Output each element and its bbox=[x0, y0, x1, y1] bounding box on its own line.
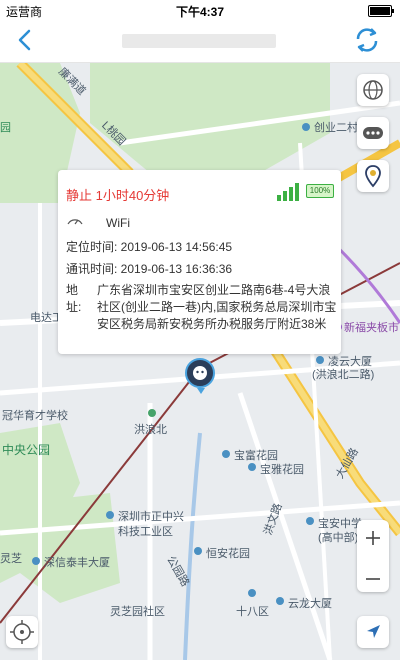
poi-dot bbox=[306, 517, 314, 525]
poi-dot bbox=[222, 450, 230, 458]
location-time: 定位时间: 2019-06-13 14:56:45 bbox=[66, 240, 233, 254]
poi-dot bbox=[32, 557, 40, 565]
page-title-placeholder bbox=[122, 34, 276, 48]
map-label: 园 bbox=[0, 122, 11, 134]
map-label: 冠华育才学校 bbox=[2, 410, 68, 422]
device-battery: 100% bbox=[306, 184, 334, 198]
refresh-icon[interactable] bbox=[352, 25, 382, 55]
map-label: 深圳市正中兴 bbox=[118, 511, 184, 523]
address-label: 地址: bbox=[66, 283, 82, 314]
nav-bar bbox=[0, 20, 400, 63]
clock: 下午4:37 bbox=[175, 5, 225, 19]
map-label: 新福夹板市 bbox=[344, 322, 399, 334]
zoom-control bbox=[357, 520, 389, 592]
more-icon bbox=[363, 127, 383, 139]
device-info-popup: 静止 1小时40分钟 100% WiFi 定位时间: 2019-06-13 14… bbox=[58, 170, 341, 354]
more-button[interactable] bbox=[357, 117, 389, 149]
map-label: 恒安花园 bbox=[206, 548, 250, 560]
wifi-icon bbox=[67, 219, 83, 225]
positioning-mode: WiFi bbox=[106, 216, 130, 230]
motion-status: 静止 1小时40分钟 bbox=[66, 188, 170, 203]
zoom-out-icon[interactable] bbox=[357, 561, 389, 597]
address-text: 广东省深圳市宝安区创业二路南6巷-4号大浪社区(创业二路一巷)内,国家税务总局深… bbox=[97, 283, 337, 331]
map-label: 灵芝园社区 bbox=[110, 606, 165, 618]
poi-dot bbox=[194, 547, 202, 555]
map-label: 灵芝 bbox=[0, 553, 22, 565]
map-label: 洪浪北 bbox=[134, 424, 167, 436]
map-label: 创业二村 bbox=[314, 122, 358, 134]
map-label: 十八区 bbox=[236, 606, 269, 618]
location-pin-icon bbox=[365, 165, 381, 188]
battery-icon bbox=[368, 5, 394, 17]
device-location-button[interactable] bbox=[357, 160, 389, 192]
poi-dot bbox=[106, 511, 114, 519]
map-label: 科技工业区 bbox=[118, 526, 173, 538]
locate-me-button[interactable] bbox=[6, 616, 38, 648]
navigate-button[interactable] bbox=[357, 616, 389, 648]
poi-dot bbox=[148, 409, 156, 417]
communication-time: 通讯时间: 2019-06-13 16:36:36 bbox=[66, 262, 233, 276]
map-label: (高中部) bbox=[318, 532, 359, 544]
map-label: 深信泰丰大厦 bbox=[44, 557, 110, 569]
map-label: (洪浪北二路) bbox=[312, 369, 375, 381]
device-marker[interactable] bbox=[185, 358, 215, 394]
poi-dot bbox=[302, 123, 310, 131]
map-label: 云龙大厦 bbox=[288, 598, 332, 610]
map-label: 宝雅花园 bbox=[260, 464, 304, 476]
globe-icon bbox=[363, 80, 383, 100]
signal-strength-icon bbox=[277, 183, 299, 201]
poi-dot bbox=[316, 356, 324, 364]
map-label: 中央公园 bbox=[2, 443, 51, 457]
back-icon[interactable] bbox=[12, 26, 40, 54]
device-avatar-icon bbox=[193, 366, 207, 380]
poi-dot bbox=[248, 463, 256, 471]
zoom-in-icon[interactable] bbox=[357, 520, 389, 556]
poi-dot bbox=[248, 589, 256, 597]
navigate-icon bbox=[367, 625, 380, 638]
map-type-button[interactable] bbox=[357, 74, 389, 106]
status-bar: 运营商 下午4:37 bbox=[0, 0, 400, 20]
poi-dot bbox=[276, 597, 284, 605]
locate-icon bbox=[10, 620, 34, 644]
